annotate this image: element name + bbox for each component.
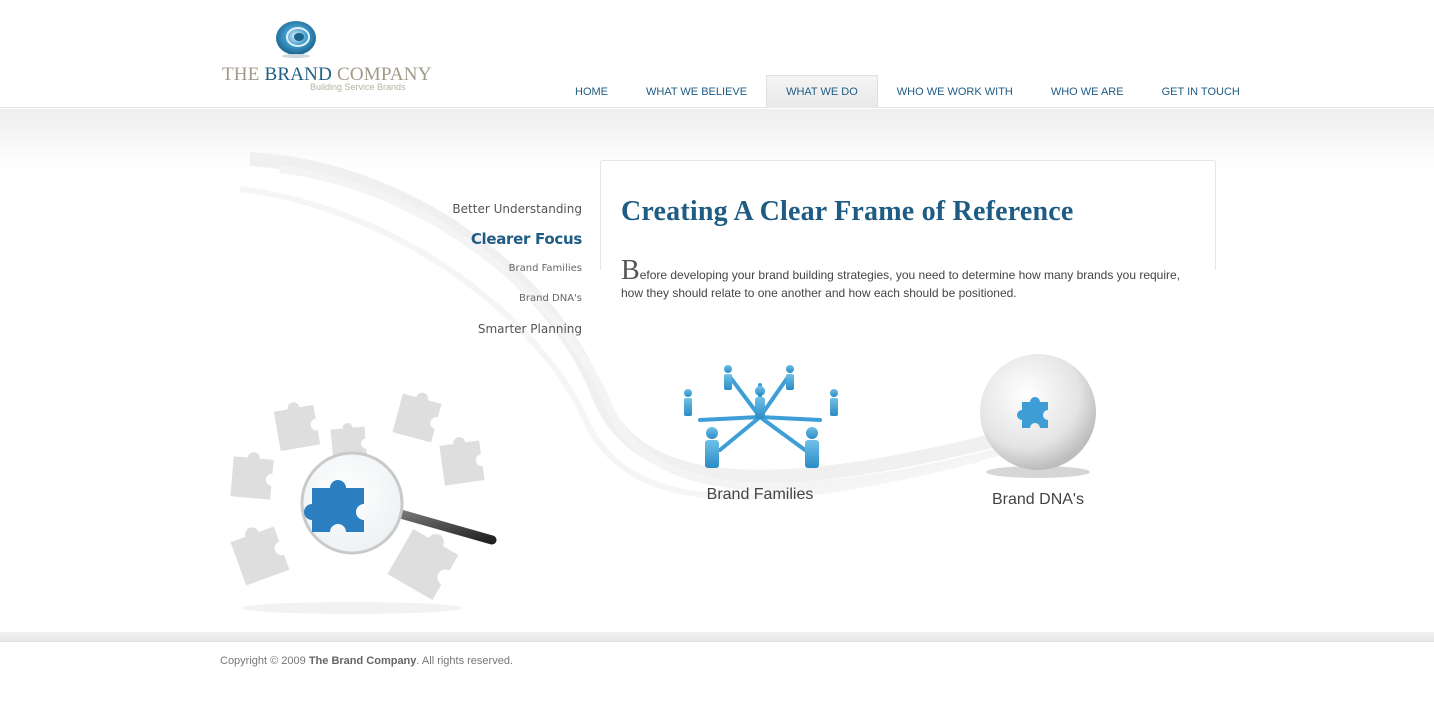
feature-brand-dna[interactable]: Brand DNA's: [958, 350, 1118, 509]
site-header: THE BRAND COMPANY Building Service Brand…: [0, 0, 1434, 108]
nav-what-we-believe[interactable]: WHAT WE BELIEVE: [627, 75, 766, 108]
feature-label-brand-dna[interactable]: Brand DNA's: [958, 491, 1118, 509]
intro-dropcap: B: [621, 255, 640, 286]
logo-tagline: Building Service Brands: [310, 82, 406, 92]
brand-logo[interactable]: THE BRAND COMPANY Building Service Brand…: [222, 18, 431, 98]
logo-word-the: THE: [222, 64, 260, 85]
page-title: Creating A Clear Frame of Reference: [621, 196, 1074, 227]
feature-brand-families[interactable]: Brand Families: [670, 355, 850, 504]
copyright-prefix: Copyright © 2009: [220, 655, 309, 667]
puzzle-magnifier-illustration: [230, 392, 497, 614]
nav-home[interactable]: HOME: [556, 75, 627, 108]
copyright-text: Copyright © 2009 The Brand Company. All …: [220, 655, 513, 667]
nav-who-we-work-with[interactable]: WHO WE WORK WITH: [878, 75, 1032, 108]
section-sidenav: Better Understanding Clearer Focus Brand…: [452, 200, 582, 350]
sidenav-brand-families[interactable]: Brand Families: [452, 260, 582, 290]
sidenav-better-understanding[interactable]: Better Understanding: [452, 200, 582, 230]
nav-what-we-do[interactable]: WHAT WE DO: [766, 75, 878, 108]
puzzle-sphere-icon: [980, 354, 1096, 478]
copyright-company: The Brand Company: [308, 655, 417, 667]
sidenav-brand-dna[interactable]: Brand DNA's: [452, 290, 582, 320]
copyright-suffix: . All rights reserved.: [416, 655, 513, 667]
swirl-logo-icon: [276, 21, 316, 58]
intro-paragraph: Before developing your brand building st…: [621, 257, 1201, 302]
nav-who-we-are[interactable]: WHO WE ARE: [1032, 75, 1143, 108]
nav-get-in-touch[interactable]: GET IN TOUCH: [1143, 75, 1259, 108]
people-network-icon: [684, 365, 838, 468]
sidenav-clearer-focus[interactable]: Clearer Focus: [452, 230, 582, 260]
feature-label-brand-families[interactable]: Brand Families: [670, 486, 850, 504]
footer-divider: [0, 632, 1434, 642]
sidenav-smarter-planning[interactable]: Smarter Planning: [452, 320, 582, 350]
intro-text: efore developing your brand building str…: [621, 268, 1181, 300]
main-nav: HOME WHAT WE BELIEVE WHAT WE DO WHO WE W…: [556, 75, 1259, 108]
